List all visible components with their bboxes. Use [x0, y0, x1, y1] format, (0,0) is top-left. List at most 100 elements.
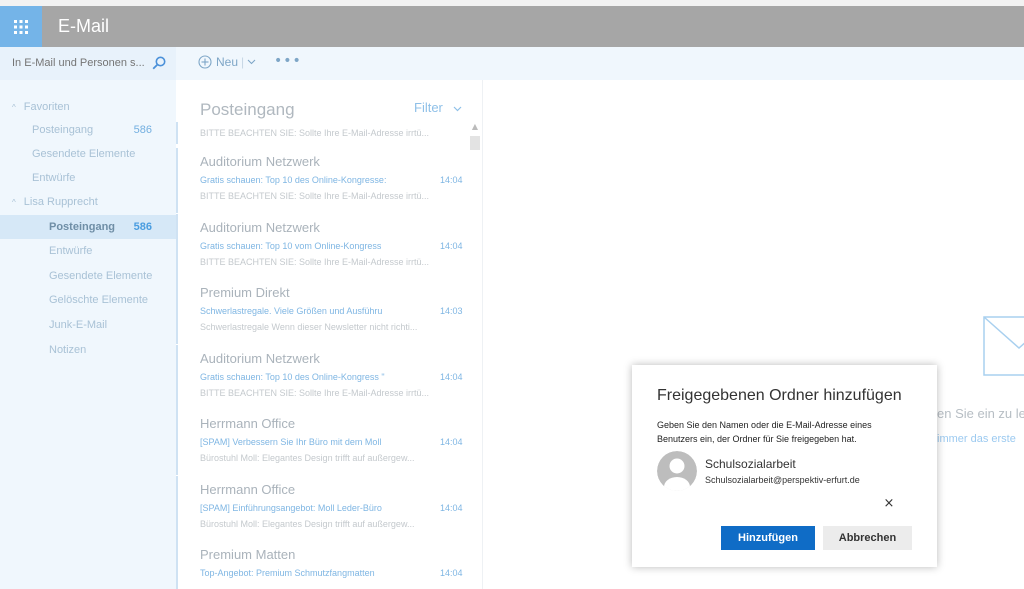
message-preview: BITTE BEACHTEN SIE: Sollte Ihre E-Mail-A…	[200, 128, 430, 138]
message-subject: Gratis schauen: Top 10 des Online-Kongre…	[200, 175, 387, 185]
message-indicator	[176, 410, 178, 475]
avatar	[657, 451, 697, 491]
waffle-icon	[14, 19, 28, 34]
list-item[interactable]: Herrmann Office [SPAM] Verbessern Sie Ih…	[176, 410, 466, 475]
new-button[interactable]: Neu |	[198, 55, 256, 69]
chevron-up-icon: ^	[12, 103, 16, 112]
message-list: Posteingang Filter BITTE BEACHTEN SIE: S…	[176, 80, 482, 589]
sidebar-item-label: Notizen	[49, 344, 87, 356]
sidebar-item-label: Posteingang	[49, 221, 116, 233]
scrollbar[interactable]	[470, 122, 480, 589]
sidebar-item-notes[interactable]: Notizen	[0, 338, 176, 362]
message-subject: [SPAM] Verbessern Sie Ihr Büro mit dem M…	[200, 437, 382, 447]
message-sender: Herrmann Office	[200, 482, 296, 497]
message-sender: Herrmann Office	[200, 416, 296, 431]
sidebar-item-favorites-drafts[interactable]: Entwürfe	[0, 166, 176, 190]
app-title: E-Mail	[58, 16, 110, 36]
app-header: E-Mail	[0, 6, 1024, 47]
account-header[interactable]: ^ Lisa Rupprecht	[0, 190, 176, 214]
message-time: 14:04	[440, 503, 463, 513]
message-sender: Premium Matten	[200, 547, 296, 562]
scrollbar-thumb[interactable]	[470, 136, 480, 150]
message-preview: Bürostuhl Moll: Elegantes Design trifft …	[200, 519, 415, 529]
message-preview: BITTE BEACHTEN SIE: Sollte Ihre E-Mail-A…	[200, 257, 430, 267]
message-sender: Auditorium Netzwerk	[200, 154, 320, 169]
sidebar-item-label: Junk-E-Mail	[49, 319, 108, 331]
message-indicator	[176, 541, 178, 589]
app-launcher-button[interactable]	[0, 6, 42, 47]
sidebar-item-drafts[interactable]: Entwürfe	[0, 239, 176, 263]
person-email: Schulsozialarbeit@perspektiv-erfurt.de	[705, 475, 860, 485]
message-time: 14:04	[440, 372, 463, 382]
sidebar-item-inbox[interactable]: Posteingang 586	[0, 215, 176, 239]
list-item[interactable]: Premium Matten Top-Angebot: Premium Schm…	[176, 541, 466, 589]
list-item[interactable]: Herrmann Office [SPAM] Einführungsangebo…	[176, 476, 466, 541]
unread-count: 586	[133, 124, 152, 136]
separator: |	[241, 55, 245, 69]
person-name: Schulsozialarbeit	[705, 457, 796, 471]
message-indicator	[176, 214, 178, 279]
sidebar-item-label: Entwürfe	[49, 245, 93, 257]
search-icon[interactable]	[152, 56, 166, 70]
plus-circle-icon	[198, 55, 212, 69]
chevron-down-icon[interactable]	[247, 59, 256, 65]
message-time: 14:04	[440, 568, 463, 578]
message-indicator	[176, 148, 178, 213]
sidebar-item-favorites-sent[interactable]: Gesendete Elemente	[0, 142, 176, 166]
command-bar: Neu | •••	[176, 47, 1024, 80]
sidebar-item-junk[interactable]: Junk-E-Mail	[0, 313, 176, 337]
message-preview: BITTE BEACHTEN SIE: Sollte Ihre E-Mail-A…	[200, 191, 430, 201]
sidebar-item-label: Entwürfe	[32, 172, 76, 184]
message-sender: Premium Direkt	[200, 285, 290, 300]
scroll-up-icon[interactable]: ▲	[470, 122, 480, 134]
message-sender: Auditorium Netzwerk	[200, 351, 320, 366]
account-label: Lisa Rupprecht	[23, 196, 98, 208]
add-shared-folder-dialog: Freigegebenen Ordner hinzufügen Geben Si…	[632, 365, 937, 567]
sidebar-item-sent[interactable]: Gesendete Elemente	[0, 264, 176, 288]
more-actions-button[interactable]: •••	[274, 53, 302, 69]
list-item[interactable]: Premium Direkt Schwerlastregale. Viele G…	[176, 279, 466, 344]
sidebar-item-label: Gelöschte Elemente	[49, 294, 149, 306]
dialog-description: Geben Sie den Namen oder die E-Mail-Adre…	[657, 420, 872, 444]
message-indicator	[176, 122, 178, 144]
reading-pane-hint: en Sie ein zu le	[937, 406, 1024, 421]
message-sender: Auditorium Netzwerk	[200, 220, 320, 235]
reading-pane-link[interactable]: immer das erste	[937, 433, 1016, 445]
chevron-down-icon	[453, 106, 461, 111]
search-bar	[0, 47, 176, 80]
message-indicator	[176, 279, 178, 344]
filter-button[interactable]: Filter	[414, 100, 462, 115]
sidebar-item-favorites-inbox[interactable]: Posteingang 586	[0, 118, 176, 142]
message-subject: Schwerlastregale. Viele Größen und Ausfü…	[200, 306, 383, 316]
sidebar-item-label: Gesendete Elemente	[49, 270, 153, 282]
message-indicator	[176, 476, 178, 541]
list-item[interactable]: Auditorium Netzwerk Gratis schauen: Top …	[176, 345, 466, 410]
sidebar-item-label: Posteingang	[32, 124, 94, 136]
message-subject: [SPAM] Einführungsangebot: Moll Leder-Bü…	[200, 503, 382, 513]
remove-person-button[interactable]: ×	[882, 497, 896, 511]
envelope-icon	[983, 316, 1024, 376]
message-time: 14:04	[440, 241, 463, 251]
message-preview: Bürostuhl Moll: Elegantes Design trifft …	[200, 453, 415, 463]
list-item[interactable]: Auditorium Netzwerk Gratis schauen: Top …	[176, 148, 466, 213]
folder-pane: ^ Favoriten Posteingang 586 Gesendete Ele…	[0, 80, 176, 589]
cancel-button[interactable]: Abbrechen	[823, 526, 912, 550]
search-input[interactable]	[12, 55, 148, 71]
add-button[interactable]: Hinzufügen	[721, 526, 815, 550]
dialog-title: Freigegebenen Ordner hinzufügen	[657, 387, 902, 404]
favorites-header[interactable]: ^ Favoriten	[0, 95, 176, 119]
favorites-label: Favoriten	[23, 101, 70, 113]
sidebar-item-deleted[interactable]: Gelöschte Elemente	[0, 288, 176, 312]
message-subject: Gratis schauen: Top 10 des Online-Kongre…	[200, 372, 385, 382]
message-time: 14:03	[440, 306, 463, 316]
list-item[interactable]: Auditorium Netzwerk Gratis schauen: Top …	[176, 214, 466, 279]
message-subject: Top-Angebot: Premium Schmutzfangmatten	[200, 568, 375, 578]
message-preview: BITTE BEACHTEN SIE: Sollte Ihre E-Mail-A…	[200, 388, 430, 398]
list-title: Posteingang	[200, 100, 295, 119]
message-subject: Gratis schauen: Top 10 vom Online-Kongre…	[200, 241, 382, 251]
message-indicator	[176, 345, 178, 410]
sidebar-item-label: Gesendete Elemente	[32, 148, 136, 160]
person-icon	[657, 451, 697, 491]
unread-count: 586	[133, 221, 152, 233]
filter-label: Filter	[414, 100, 443, 115]
